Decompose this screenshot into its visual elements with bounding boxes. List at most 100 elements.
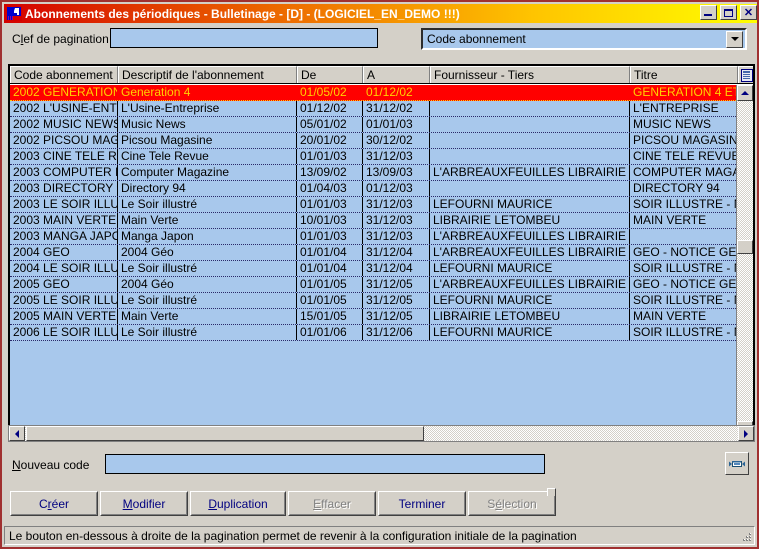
creer-button[interactable]: Cr éer <box>10 491 98 516</box>
grid-rows[interactable]: 2002 GENERATION Generation 4 01/05/02 01/12… <box>10 85 736 437</box>
table-cell-descriptif: Computer Magazine <box>118 165 297 180</box>
table-cell-de: 20/01/02 <box>297 133 363 148</box>
column-header-code[interactable]: Code abonnement <box>10 66 118 83</box>
table-cell-titre: SOIR ILLUSTRE - NOT <box>633 197 736 211</box>
table-cell-code: 2005 LE SOIR ILLU <box>10 293 118 308</box>
minimize-icon <box>704 14 712 16</box>
maximize-button[interactable] <box>720 5 737 20</box>
table-cell-descriptif: Main Verte <box>118 213 297 228</box>
table-cell-fournisseur: LEFOURNI MAURICE <box>430 293 630 308</box>
scroll-up-button[interactable] <box>737 85 753 101</box>
nouveau-code-input[interactable] <box>105 454 545 474</box>
grid-header-row: Code abonnement Descriptif de l'abonneme… <box>10 66 753 84</box>
table-row[interactable]: 2005 LE SOIR ILLU Le Soir illustré 01/01/0… <box>10 293 736 309</box>
table-row[interactable]: 2004 LE SOIR ILLU Le Soir illustré 01/01/0… <box>10 261 736 277</box>
table-cell-fournisseur <box>430 101 630 116</box>
table-row[interactable]: 2002 GENERATION Generation 4 01/05/02 01/12… <box>10 85 736 101</box>
table-cell-fournisseur: LIBRAIRIE LETOMBEU <box>430 309 630 324</box>
table-cell-descriptif: Directory 94 <box>118 181 297 196</box>
table-cell-a: 31/12/06 <box>363 325 430 340</box>
column-header-descriptif[interactable]: Descriptif de l'abonnement <box>118 66 297 83</box>
reset-pagination-button[interactable] <box>725 452 749 475</box>
table-cell-titre: L'ENTREPRISE <box>633 101 719 115</box>
table-empty-row <box>10 357 736 373</box>
table-row[interactable]: 2004 GEO 2004 Géo 01/01/04 31/12/04 L'ARBREA… <box>10 245 736 261</box>
table-cell-descriptif: Generation 4 <box>118 85 297 100</box>
table-cell-de: 01/04/03 <box>297 181 363 196</box>
column-header-de[interactable]: De <box>297 66 363 83</box>
table-cell-fournisseur: LIBRAIRIE LETOMBEU <box>430 213 630 228</box>
selection-dropdown-tab[interactable] <box>547 488 556 496</box>
table-cell-de: 15/01/05 <box>297 309 363 324</box>
table-cell-a: 31/12/03 <box>363 229 430 244</box>
table-row[interactable]: 2003 MAIN VERTE Main Verte 10/01/03 31/12/0… <box>10 213 736 229</box>
table-cell-descriptif: Le Soir illustré <box>118 325 297 340</box>
table-row[interactable]: 2002 L'USINE-ENTR L'Usine-Entreprise 01/12… <box>10 101 736 117</box>
table-cell-descriptif: Cine Tele Revue <box>118 149 297 164</box>
subscriptions-grid[interactable]: Code abonnement Descriptif de l'abonneme… <box>8 64 755 439</box>
grid-horizontal-scrollbar[interactable] <box>8 425 755 442</box>
minimize-button[interactable] <box>700 5 717 20</box>
table-cell-titre: GEO - NOTICE GENER <box>633 277 736 291</box>
column-header-fournisseur[interactable]: Fournisseur - Tiers <box>430 66 630 83</box>
table-cell-titre: COMPUTER MAGAZIN <box>633 165 736 179</box>
table-cell-a: 31/12/03 <box>363 149 430 164</box>
application-window: Abonnements des périodiques - Bulletinag… <box>0 0 759 549</box>
table-row[interactable]: 2005 MAIN VERTE Main Verte 15/01/05 31/12/0… <box>10 309 736 325</box>
terminer-button[interactable]: Terminer <box>378 491 466 516</box>
grid-config-icon[interactable] <box>738 66 753 83</box>
table-cell-titre: SOIR ILLUSTRE - NOT <box>633 261 736 275</box>
effacer-button[interactable]: Effacer <box>288 491 376 516</box>
table-cell-code: 2002 L'USINE-ENTR <box>10 101 118 116</box>
table-cell-de: 01/01/03 <box>297 149 363 164</box>
resize-grip-icon[interactable] <box>740 530 752 542</box>
status-bar: Le bouton en-dessous à droite de la pagi… <box>4 526 755 545</box>
pagination-key-select-value: Code abonnement <box>427 32 526 46</box>
scroll-left-button[interactable] <box>9 426 25 441</box>
table-row[interactable]: 2003 DIRECTORY 9 Directory 94 01/04/03 01/1… <box>10 181 736 197</box>
table-row[interactable]: 2003 LE SOIR ILLU Le Soir illustré 01/01/0… <box>10 197 736 213</box>
table-cell-a: 30/12/02 <box>363 133 430 148</box>
horizontal-scroll-thumb[interactable] <box>26 426 424 441</box>
table-cell-a: 31/12/05 <box>363 277 430 292</box>
table-row[interactable]: 2002 MUSIC NEWS Music News 05/01/02 01/01/0… <box>10 117 736 133</box>
table-cell-titre: SOIR ILLUSTRE - NOT <box>633 325 736 339</box>
table-cell-code: 2002 GENERATION <box>10 85 118 100</box>
table-row[interactable]: 2003 CINE TELE RE Cine Tele Revue 01/01/03… <box>10 149 736 165</box>
table-cell-code: 2003 DIRECTORY 9 <box>10 181 118 196</box>
table-row[interactable]: 2003 COMPUTER I Computer Magazine 13/09/02… <box>10 165 736 181</box>
table-cell-descriptif: Le Soir illustré <box>118 197 297 212</box>
table-cell-titre: MAIN VERTE <box>633 309 707 323</box>
title-bar[interactable]: Abonnements des périodiques - Bulletinag… <box>4 4 757 23</box>
column-header-titre[interactable]: Titre <box>630 66 738 83</box>
table-cell-de: 01/01/03 <box>297 197 363 212</box>
table-cell-a: 13/09/03 <box>363 165 430 180</box>
table-cell-titre: GENERATION 4 ET 5 <box>630 85 736 100</box>
close-button[interactable]: ✕ <box>740 5 757 20</box>
table-cell-a: 31/12/04 <box>363 261 430 276</box>
table-row[interactable]: 2003 MANGA JAPO Manga Japon 01/01/03 31/12/… <box>10 229 736 245</box>
modifier-button[interactable]: Modifier <box>100 491 188 516</box>
pagination-key-input[interactable] <box>110 28 378 48</box>
table-cell-code: 2004 LE SOIR ILLU <box>10 261 118 276</box>
fit-columns-icon <box>729 460 745 467</box>
pagination-key-select[interactable]: Code abonnement <box>421 28 747 50</box>
table-cell-code: 2003 LE SOIR ILLU <box>10 197 118 212</box>
table-cell-fournisseur <box>430 181 630 196</box>
table-row[interactable]: 2006 LE SOIR ILLU Le Soir illustré 01/01/0… <box>10 325 736 341</box>
table-cell-titre: PICSOU MAGASINE <box>633 133 736 147</box>
selection-button[interactable]: Sé lection <box>468 488 556 516</box>
table-cell-fournisseur <box>430 85 630 100</box>
table-row[interactable]: 2005 GEO 2004 Géo 01/01/05 31/12/05 L'ARBREA… <box>10 277 736 293</box>
grid-vertical-scrollbar[interactable] <box>736 85 753 437</box>
chevron-down-icon[interactable] <box>726 30 743 48</box>
table-cell-a: 01/12/03 <box>363 181 430 196</box>
pagination-key-label: Clef de pagination <box>12 32 109 46</box>
vertical-scroll-thumb[interactable] <box>737 240 753 254</box>
table-cell-a: 31/12/04 <box>363 245 430 260</box>
table-cell-de: 10/01/03 <box>297 213 363 228</box>
scroll-right-button[interactable] <box>738 426 754 441</box>
table-row[interactable]: 2002 PICSOU MAGA Picsou Magasine 20/01/02 3… <box>10 133 736 149</box>
duplication-button[interactable]: Duplication <box>190 491 286 516</box>
column-header-a[interactable]: A <box>363 66 430 83</box>
